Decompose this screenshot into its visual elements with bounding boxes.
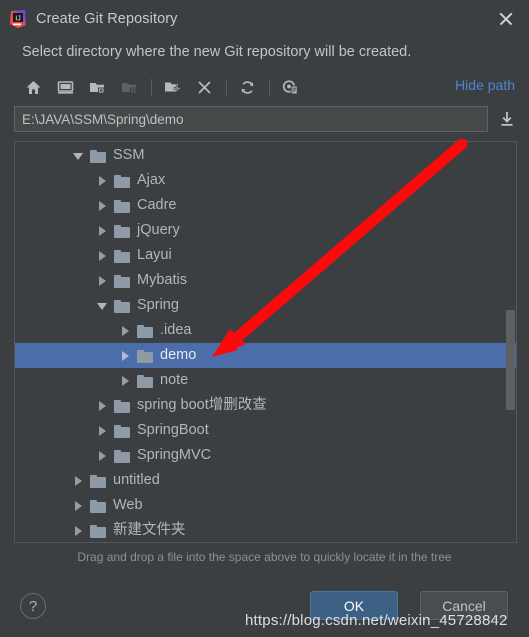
tree-item-label: Spring (137, 297, 179, 314)
folder-icon (90, 474, 107, 488)
tree-item-cadre[interactable]: Cadre (15, 193, 516, 218)
dialog-footer: ? OK Cancel (0, 580, 529, 637)
tree-item-springboot[interactable]: SpringBoot (15, 418, 516, 443)
chevron-down-icon[interactable] (71, 148, 86, 163)
tree-item-label: Cadre (137, 197, 177, 214)
chevron-right-icon[interactable] (95, 223, 110, 238)
cancel-button[interactable]: Cancel (420, 591, 508, 620)
directory-tree-panel[interactable]: SSM Ajax Cadre jQuery Layui Mybatis Spring .ide… (14, 141, 517, 543)
tree-scrollbar-thumb[interactable] (506, 310, 515, 410)
chevron-right-icon[interactable] (95, 198, 110, 213)
tree-item-untitled[interactable]: untitled (15, 468, 516, 493)
tree-item-layui[interactable]: Layui (15, 243, 516, 268)
desktop-icon[interactable] (52, 74, 79, 101)
folder-icon (114, 224, 131, 238)
chevron-right-icon[interactable] (95, 248, 110, 263)
tree-item-label: Ajax (137, 172, 166, 189)
refresh-icon[interactable] (234, 74, 261, 101)
folder-icon (114, 424, 131, 438)
project-folder-icon[interactable] (84, 74, 111, 101)
module-folder-icon (116, 74, 143, 101)
path-row (0, 104, 529, 132)
tree-item-label: Mybatis (137, 272, 187, 289)
ok-button[interactable]: OK (310, 591, 398, 620)
chevron-right-icon[interactable] (118, 323, 133, 338)
chevron-right-icon[interactable] (95, 398, 110, 413)
chevron-right-icon[interactable] (118, 373, 133, 388)
tree-scrollbar[interactable] (505, 142, 516, 542)
toolbar-separator (226, 78, 227, 96)
folder-icon (114, 399, 131, 413)
tree-item-label: .idea (160, 322, 192, 339)
tree-item-demo[interactable]: demo (15, 343, 516, 368)
tree-item-label: Web (113, 497, 143, 514)
folder-icon (137, 349, 154, 363)
new-folder-icon[interactable] (159, 74, 186, 101)
home-icon[interactable] (20, 74, 47, 101)
help-button[interactable]: ? (20, 593, 46, 619)
dialog-description: Select directory where the new Git repos… (22, 44, 412, 60)
tree-item-label: SSM (113, 147, 145, 164)
folder-icon (114, 249, 131, 263)
folder-icon (90, 149, 107, 163)
tree-item-label: SpringMVC (137, 447, 212, 464)
tree-item-label: demo (160, 347, 197, 364)
file-chooser-toolbar: Hide path (0, 70, 529, 104)
tree-item-.idea[interactable]: .idea (15, 318, 516, 343)
folder-icon (90, 499, 107, 513)
intellij-idea-icon: IJ (9, 9, 27, 28)
chevron-right-icon[interactable] (95, 448, 110, 463)
tree-item-mybatis[interactable]: Mybatis (15, 268, 516, 293)
path-input[interactable] (14, 106, 488, 132)
svg-text:IJ: IJ (15, 15, 20, 22)
title-bar: IJ Create Git Repository (0, 0, 529, 37)
chevron-right-icon[interactable] (71, 498, 86, 513)
tree-item-note[interactable]: note (15, 368, 516, 393)
download-arrow-icon[interactable] (495, 107, 519, 131)
chevron-right-icon[interactable] (95, 273, 110, 288)
folder-icon (114, 199, 131, 213)
hide-path-link[interactable]: Hide path (455, 77, 515, 93)
folder-icon (90, 524, 107, 538)
tree-item-ssm[interactable]: SSM (15, 143, 516, 168)
tree-item-label: spring boot增删改查 (137, 397, 267, 414)
tree-item-springmvc[interactable]: SpringMVC (15, 443, 516, 468)
tree-item-label: Layui (137, 247, 172, 264)
chevron-right-icon[interactable] (95, 423, 110, 438)
tree-item-label: note (160, 372, 189, 389)
tree-item-label: SpringBoot (137, 422, 209, 439)
window-title: Create Git Repository (36, 10, 178, 27)
tree-item-label: 新建文件夹 (113, 522, 186, 539)
folder-icon (137, 374, 154, 388)
chevron-right-icon[interactable] (118, 348, 133, 363)
tree-item-label: jQuery (137, 222, 180, 239)
tree-item-jquery[interactable]: jQuery (15, 218, 516, 243)
toolbar-separator (151, 78, 152, 96)
tree-item-ajax[interactable]: Ajax (15, 168, 516, 193)
chevron-right-icon[interactable] (71, 473, 86, 488)
tree-item-label: untitled (113, 472, 160, 489)
show-hidden-files-icon[interactable] (277, 74, 304, 101)
close-icon[interactable] (495, 8, 517, 30)
tree-item-spring-boot增删改查[interactable]: spring boot增删改查 (15, 393, 516, 418)
folder-icon (114, 299, 131, 313)
chevron-down-icon[interactable] (95, 298, 110, 313)
chevron-right-icon[interactable] (95, 173, 110, 188)
tree-item-新建文件夹[interactable]: 新建文件夹 (15, 518, 516, 542)
toolbar-separator (269, 78, 270, 96)
folder-icon (114, 274, 131, 288)
tree-item-web[interactable]: Web (15, 493, 516, 518)
folder-icon (114, 449, 131, 463)
tree-item-spring[interactable]: Spring (15, 293, 516, 318)
folder-icon (137, 324, 154, 338)
delete-icon[interactable] (191, 74, 218, 101)
directory-tree[interactable]: SSM Ajax Cadre jQuery Layui Mybatis Spring .ide… (15, 142, 516, 542)
chevron-right-icon[interactable] (71, 523, 86, 538)
folder-icon (114, 174, 131, 188)
drag-drop-hint: Drag and drop a file into the space abov… (77, 550, 452, 564)
